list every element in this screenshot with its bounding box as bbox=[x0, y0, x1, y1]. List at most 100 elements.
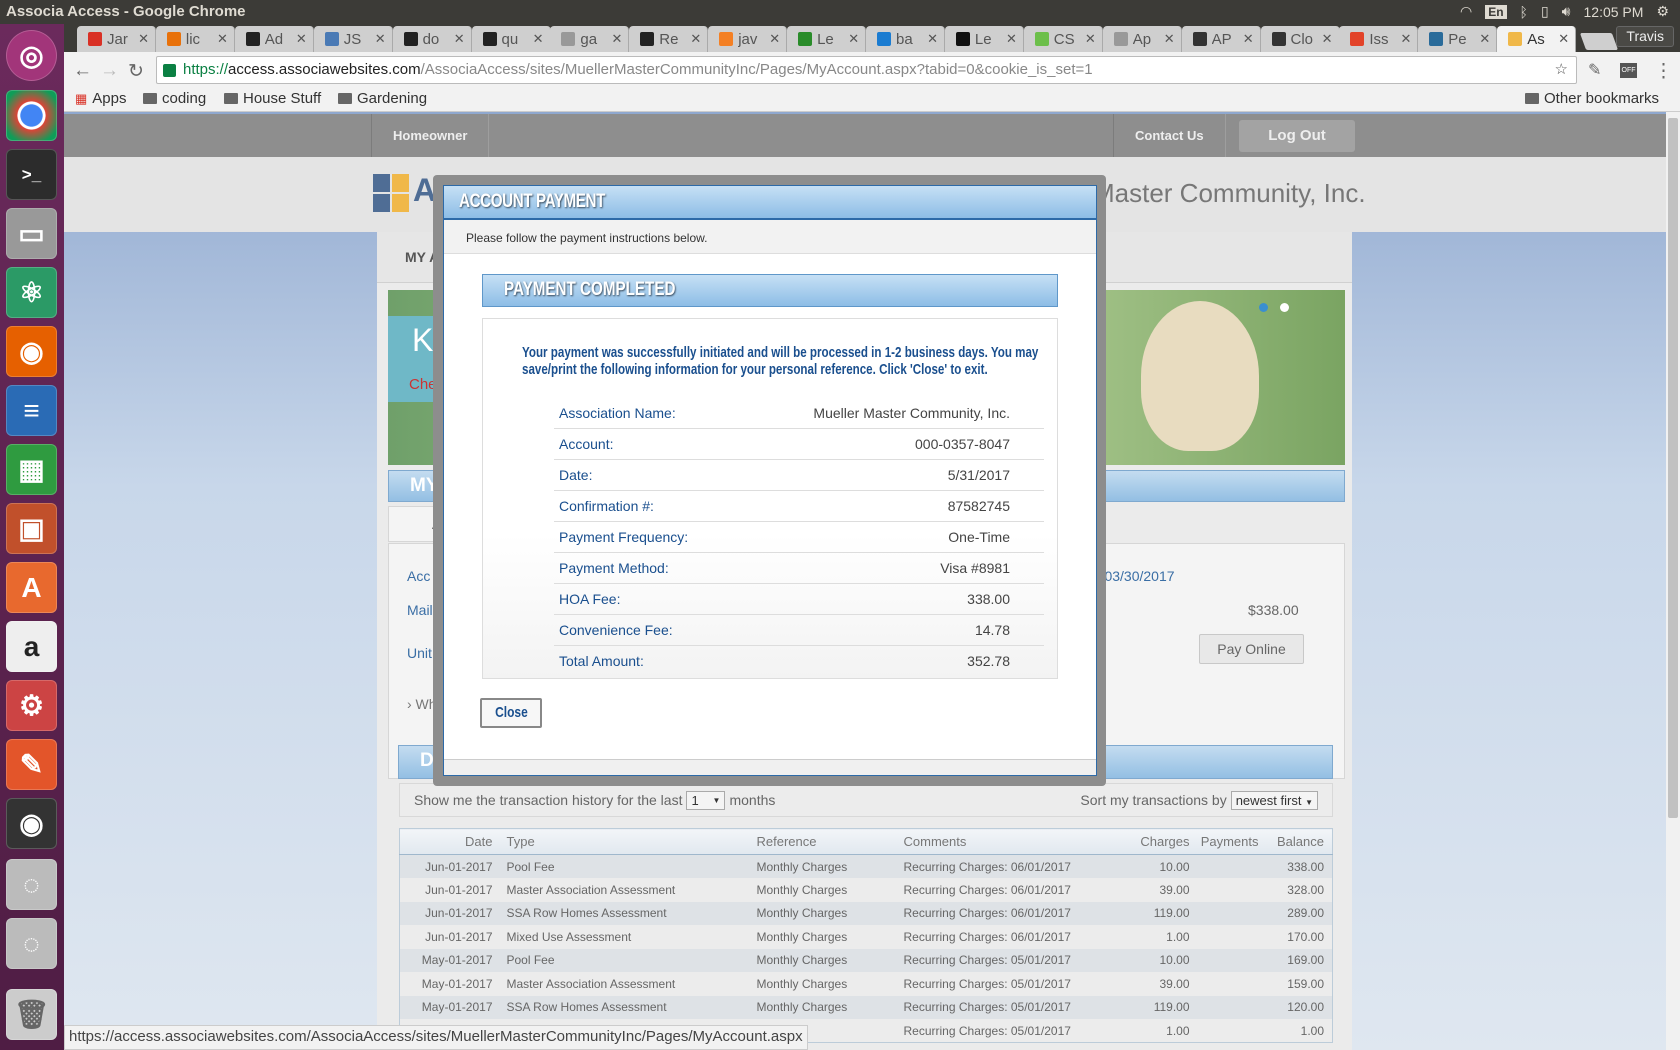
months-select[interactable]: 1 ▼ bbox=[686, 790, 726, 810]
files-icon[interactable]: ▭ bbox=[6, 208, 57, 259]
close-tab-icon[interactable]: ✕ bbox=[1400, 31, 1411, 47]
close-tab-icon[interactable]: ✕ bbox=[1085, 31, 1096, 47]
browser-tab[interactable]: JS ✕ bbox=[313, 26, 393, 52]
bookmark-gardening[interactable]: Gardening bbox=[338, 90, 427, 107]
close-tab-icon[interactable]: ✕ bbox=[769, 31, 780, 47]
close-tab-icon[interactable]: ✕ bbox=[690, 31, 701, 47]
close-tab-icon[interactable]: ✕ bbox=[1006, 31, 1017, 47]
carousel-dot-active[interactable] bbox=[1259, 303, 1268, 312]
nav-homeowner[interactable]: Homeowner bbox=[371, 114, 490, 157]
menu-icon[interactable]: ⋮ bbox=[1654, 60, 1673, 83]
close-tab-icon[interactable]: ✕ bbox=[217, 31, 228, 47]
logout-button[interactable]: Log Out bbox=[1239, 120, 1355, 152]
close-tab-icon[interactable]: ✕ bbox=[1479, 31, 1490, 47]
drive-icon-2[interactable]: ◌ bbox=[6, 918, 57, 969]
nav-contact-us[interactable]: Contact Us bbox=[1113, 114, 1226, 157]
bluetooth-icon[interactable]: ᛒ bbox=[1520, 4, 1528, 20]
new-tab-button[interactable] bbox=[1579, 33, 1619, 50]
page-scrollbar[interactable] bbox=[1666, 112, 1680, 1050]
browser-tab[interactable]: lic ✕ bbox=[155, 26, 235, 52]
browser-tab[interactable]: CS ✕ bbox=[1023, 26, 1103, 52]
window-title: Associa Access - Google Chrome bbox=[6, 3, 246, 20]
col-balance[interactable]: Balance bbox=[1266, 828, 1333, 855]
browser-tab[interactable]: Pe ✕ bbox=[1418, 26, 1498, 52]
amount-due: $338.00 bbox=[1248, 602, 1299, 618]
close-tab-icon[interactable]: ✕ bbox=[1558, 31, 1569, 47]
address-bar[interactable]: https://access.associawebsites.com/Assoc… bbox=[156, 56, 1577, 84]
close-tab-icon[interactable]: ✕ bbox=[848, 31, 859, 47]
bookmark-apps[interactable]: ▦ Apps bbox=[75, 90, 127, 107]
pay-online-button[interactable]: Pay Online bbox=[1199, 634, 1304, 664]
browser-tab[interactable]: ba ✕ bbox=[866, 26, 945, 52]
bookmark-coding[interactable]: coding bbox=[143, 90, 206, 107]
close-tab-icon[interactable]: ✕ bbox=[1164, 31, 1175, 47]
close-tab-icon[interactable]: ✕ bbox=[375, 31, 386, 47]
close-tab-icon[interactable]: ✕ bbox=[611, 31, 622, 47]
close-tab-icon[interactable]: ✕ bbox=[1243, 31, 1254, 47]
browser-tab[interactable]: Le ✕ bbox=[787, 26, 867, 52]
browser-tab[interactable]: ga ✕ bbox=[550, 26, 630, 52]
ubuntu-dash-icon[interactable]: ◎ bbox=[6, 30, 57, 81]
browser-tab[interactable]: jav ✕ bbox=[708, 26, 788, 52]
browser-tab[interactable]: Re ✕ bbox=[629, 26, 709, 52]
battery-icon[interactable]: ▯ bbox=[1541, 3, 1549, 20]
settings-icon[interactable]: ⚙ bbox=[6, 680, 57, 731]
close-button[interactable]: Close bbox=[480, 698, 542, 728]
drive-icon[interactable]: ◌ bbox=[6, 859, 57, 910]
browser-tab[interactable]: qu ✕ bbox=[471, 26, 551, 52]
browser-tab[interactable]: AP ✕ bbox=[1181, 26, 1261, 52]
browser-tab[interactable]: Jar ✕ bbox=[77, 26, 156, 52]
trash-icon[interactable]: 🗑︎ bbox=[6, 989, 57, 1040]
col-charges[interactable]: Charges bbox=[1111, 828, 1198, 855]
keyboard-layout[interactable]: En bbox=[1485, 4, 1507, 19]
col-payments[interactable]: Payments bbox=[1197, 828, 1267, 855]
back-button[interactable]: ← bbox=[73, 60, 92, 82]
col-comments[interactable]: Comments bbox=[897, 828, 1112, 855]
close-tab-icon[interactable]: ✕ bbox=[927, 31, 938, 47]
writer-icon[interactable]: ≡ bbox=[6, 385, 57, 436]
browser-tab[interactable]: do ✕ bbox=[392, 26, 472, 52]
col-reference[interactable]: Reference bbox=[750, 828, 898, 855]
browser-tab[interactable]: Le ✕ bbox=[944, 26, 1024, 52]
col-date[interactable]: Date bbox=[399, 828, 501, 855]
reload-button[interactable]: ↻ bbox=[128, 60, 144, 83]
eyedropper-extension-icon[interactable]: ✎ bbox=[1588, 60, 1601, 80]
col-type[interactable]: Type bbox=[500, 828, 751, 855]
atom-icon[interactable]: ⚛ bbox=[6, 267, 57, 318]
browser-tab[interactable]: As ✕ bbox=[1497, 26, 1577, 52]
calc-icon[interactable]: ▦ bbox=[6, 444, 57, 495]
bookmark-star-icon[interactable]: ☆ bbox=[1555, 57, 1568, 83]
inkscape-icon[interactable]: ✎ bbox=[6, 739, 57, 790]
wifi-icon[interactable]: ◠ bbox=[1460, 3, 1472, 20]
chrome-icon[interactable] bbox=[6, 90, 57, 141]
scrollbar-thumb[interactable] bbox=[1668, 118, 1678, 818]
terminal-icon[interactable]: >_ bbox=[6, 149, 57, 200]
browser-tab[interactable]: Ap ✕ bbox=[1102, 26, 1182, 52]
forward-button[interactable]: → bbox=[100, 60, 119, 82]
close-tab-icon[interactable]: ✕ bbox=[1322, 31, 1333, 47]
dog-photo bbox=[1141, 301, 1259, 451]
firefox-icon[interactable]: ◉ bbox=[6, 326, 57, 377]
close-tab-icon[interactable]: ✕ bbox=[296, 31, 307, 47]
profile-button[interactable]: Travis bbox=[1616, 26, 1674, 47]
close-tab-icon[interactable]: ✕ bbox=[138, 31, 149, 47]
clock[interactable]: 12:05 PM bbox=[1584, 4, 1644, 20]
software-center-icon[interactable]: A bbox=[6, 562, 57, 613]
impress-icon[interactable]: ▣ bbox=[6, 503, 57, 554]
sort-select[interactable]: newest first ▼ bbox=[1230, 790, 1318, 810]
carousel-dot[interactable] bbox=[1280, 303, 1289, 312]
browser-tab[interactable]: Ad ✕ bbox=[234, 26, 314, 52]
close-tab-icon[interactable]: ✕ bbox=[454, 31, 465, 47]
close-tab-icon[interactable]: ✕ bbox=[533, 31, 544, 47]
browser-tab[interactable]: Iss ✕ bbox=[1339, 26, 1419, 52]
camera-icon[interactable]: ◉ bbox=[6, 798, 57, 849]
bookmark-house-stuff[interactable]: House Stuff bbox=[224, 90, 321, 107]
volume-icon[interactable]: 🔊︎ bbox=[1562, 3, 1571, 20]
detail-row: Account: 000-0357-8047 bbox=[554, 429, 1044, 460]
cell-comments: Recurring Charges: 05/01/2017 bbox=[897, 995, 1112, 1019]
other-bookmarks[interactable]: Other bookmarks bbox=[1525, 90, 1659, 107]
off-extension-icon[interactable]: OFF bbox=[1620, 63, 1637, 78]
amazon-icon[interactable]: a bbox=[6, 621, 57, 672]
gear-icon[interactable]: ⚙ bbox=[1656, 3, 1669, 20]
browser-tab[interactable]: Clo ✕ bbox=[1260, 26, 1340, 52]
